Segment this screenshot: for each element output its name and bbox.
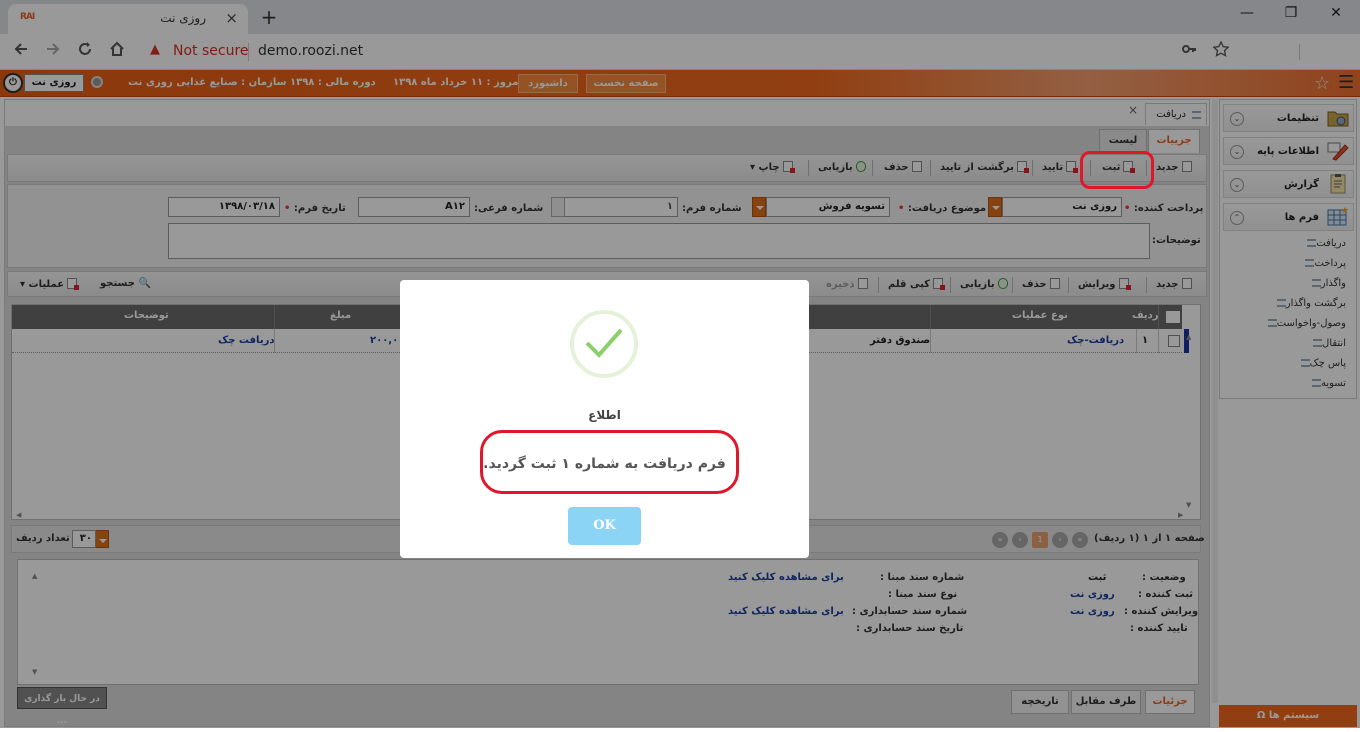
ok-button[interactable]: OK — [568, 507, 641, 545]
highlight-dialog-message — [480, 430, 739, 494]
dialog-title: اطلاع — [588, 408, 621, 422]
highlight-register-button — [1080, 151, 1154, 189]
success-check-icon — [570, 310, 638, 378]
info-dialog: اطلاع فرم دریافت به شماره ۱ ثبت گردید. O… — [400, 280, 809, 558]
